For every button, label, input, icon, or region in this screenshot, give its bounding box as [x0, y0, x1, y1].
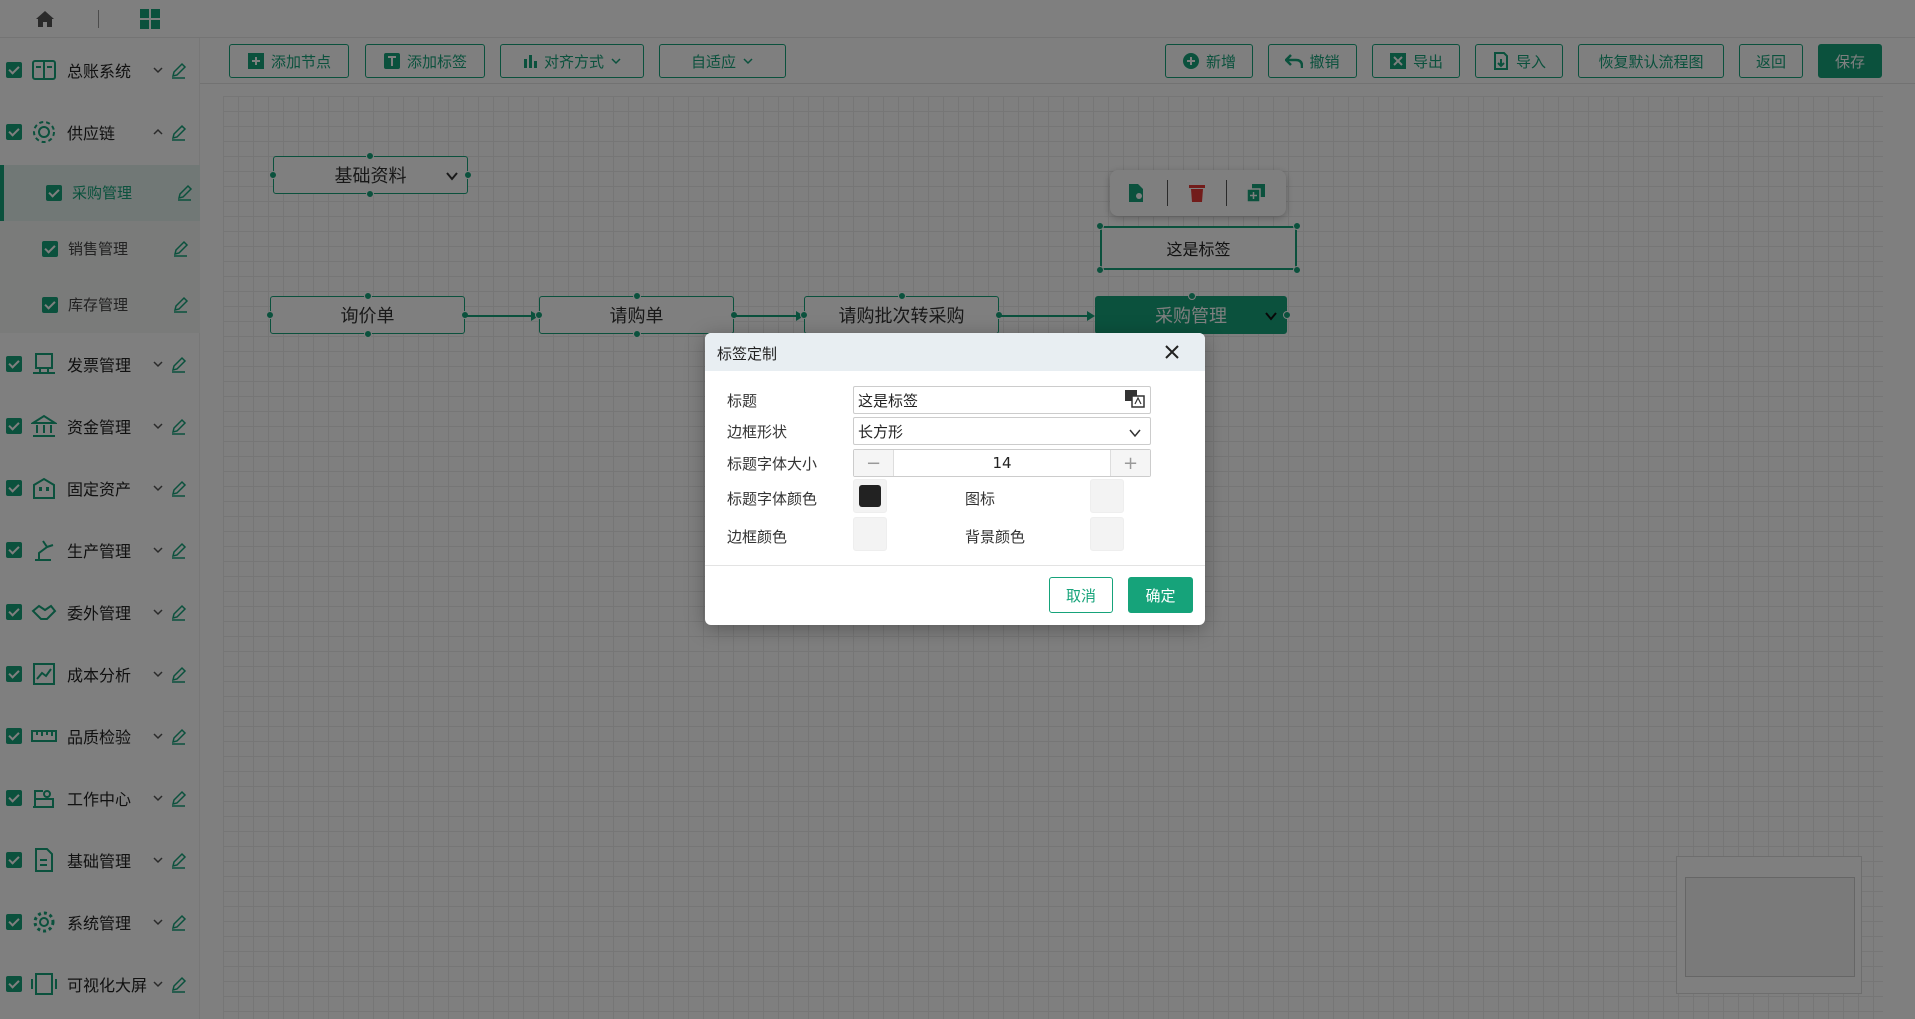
- close-icon[interactable]: [1161, 341, 1183, 363]
- font-color-fill: [859, 485, 881, 507]
- dialog-header: 标签定制: [705, 333, 1205, 371]
- label-settings-dialog: 标签定制 标题 这是标签 边框形状 长方形 标题字体大小 − 14 + 标题字体…: [705, 333, 1205, 625]
- dialog-title: 标签定制: [717, 345, 778, 363]
- shape-field-label: 边框形状: [727, 423, 788, 441]
- border-color-picker[interactable]: [853, 517, 887, 551]
- bg-color-picker[interactable]: [1090, 517, 1124, 551]
- icon-picker[interactable]: [1090, 479, 1124, 513]
- font-size-value[interactable]: 14: [894, 450, 1110, 476]
- shape-select[interactable]: 长方形: [853, 417, 1151, 445]
- icon-field-label: 图标: [965, 490, 996, 508]
- cancel-button[interactable]: 取消: [1049, 577, 1113, 613]
- plus-icon[interactable]: +: [1110, 450, 1150, 476]
- title-input-value: 这是标签: [858, 392, 919, 410]
- confirm-button[interactable]: 确定: [1128, 577, 1193, 613]
- title-field-label: 标题: [727, 392, 758, 410]
- border-color-field-label: 边框颜色: [727, 528, 788, 546]
- font-size-stepper[interactable]: − 14 +: [853, 449, 1151, 477]
- font-size-field-label: 标题字体大小: [727, 455, 818, 473]
- translate-icon[interactable]: [1124, 389, 1146, 409]
- font-color-field-label: 标题字体颜色: [727, 490, 818, 508]
- shape-select-value: 长方形: [858, 423, 904, 441]
- title-input[interactable]: 这是标签: [853, 386, 1151, 414]
- dialog-footer-divider: [705, 565, 1205, 566]
- minus-icon[interactable]: −: [854, 450, 894, 476]
- bg-color-field-label: 背景颜色: [965, 528, 1026, 546]
- chevron-down-icon: [1128, 425, 1142, 443]
- font-color-picker[interactable]: [853, 479, 887, 513]
